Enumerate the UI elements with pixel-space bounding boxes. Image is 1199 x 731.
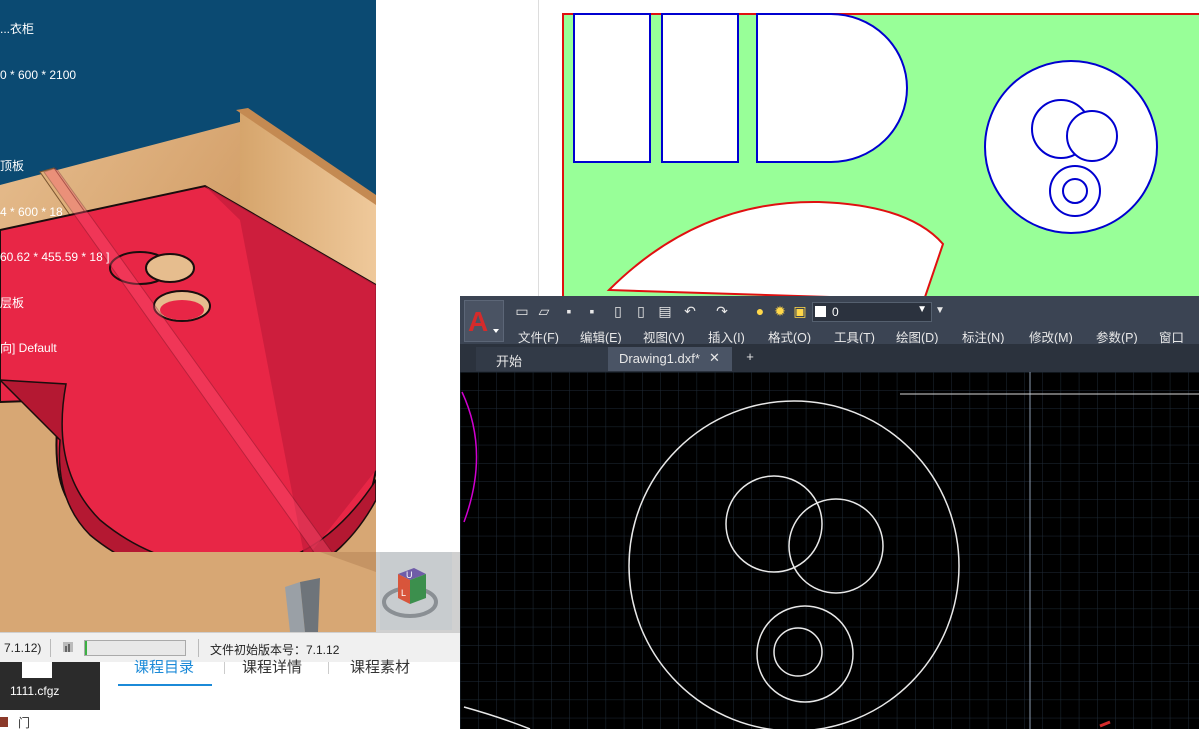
chevron-down-icon: ▼ bbox=[917, 304, 927, 315]
cad-drawing bbox=[460, 372, 1199, 729]
tab-drawing1-label: Drawing1.dxf* bbox=[619, 351, 700, 366]
app-menu-button[interactable]: A bbox=[464, 300, 504, 342]
save-icon[interactable]: ▪ bbox=[561, 303, 577, 319]
drawing-canvas[interactable] bbox=[460, 372, 1199, 729]
view-cube-icon[interactable]: U L bbox=[380, 552, 452, 630]
redo-icon[interactable]: ↷ bbox=[714, 303, 730, 319]
new-tab-button[interactable]: + bbox=[740, 349, 760, 373]
info-line: 层板 bbox=[0, 295, 25, 310]
layer-dropdown[interactable]: 0 ▼ bbox=[812, 302, 932, 322]
file-thumbnail bbox=[22, 662, 52, 678]
info-line bbox=[0, 114, 109, 129]
version-text: 7.1.12) bbox=[4, 641, 42, 655]
course-tab-bar: 课程目录 课程详情 课程素材 bbox=[100, 659, 460, 710]
memory-icon bbox=[62, 640, 78, 654]
cad-window[interactable]: A ▭ ▱ ▪ ▪ ▯ ▯ ▤ ↶ ↷ ● ✹ ▣ 0 ▼ ▼ 文件(F) 编辑… bbox=[460, 296, 1199, 729]
status-separator bbox=[198, 639, 199, 657]
door-label: 门 bbox=[18, 716, 31, 730]
tab-course-materials[interactable]: 课程素材 bbox=[350, 656, 410, 677]
app-logo-icon: A bbox=[468, 306, 499, 337]
cabinet-3d-viewport[interactable]: ...衣柜 0 * 600 * 2100 顶板 4 * 600 * 18 60.… bbox=[0, 0, 376, 552]
undo-icon[interactable]: ↶ bbox=[682, 303, 698, 319]
tab-start[interactable]: 开始 bbox=[476, 347, 608, 371]
export-icon[interactable]: ▯ bbox=[610, 303, 626, 319]
info-line: 60.62 * 455.59 * 18 ] bbox=[0, 250, 110, 265]
view-cube-top-label: U bbox=[406, 570, 413, 580]
viewport-bottom-render bbox=[0, 552, 376, 632]
print-icon[interactable]: ▤ bbox=[657, 303, 673, 319]
info-line: 顶板 bbox=[0, 159, 25, 174]
view-cube-left-label: L bbox=[401, 588, 406, 598]
tab-separator bbox=[328, 662, 329, 674]
tab-start-label: 开始 bbox=[496, 354, 523, 369]
toolbar-overflow-icon[interactable]: ▼ bbox=[932, 303, 948, 319]
file-thumbnail-pane[interactable]: 1111.cfgz bbox=[0, 662, 100, 710]
tab-drawing1[interactable]: Drawing1.dxf* ✕ bbox=[608, 347, 732, 371]
info-line: ...衣柜 bbox=[0, 22, 35, 37]
svg-text:A: A bbox=[468, 306, 488, 337]
layer-value: 0 bbox=[832, 305, 839, 319]
new-file-icon[interactable]: ▭ bbox=[514, 303, 530, 319]
lock-icon[interactable]: ▣ bbox=[792, 303, 808, 319]
status-separator bbox=[50, 639, 51, 657]
info-line: 0 * 600 * 2100 bbox=[0, 68, 77, 83]
info-line: 4 * 600 * 18 bbox=[0, 204, 63, 219]
load-progress-bar bbox=[84, 640, 186, 656]
bottom-strip: 门 bbox=[0, 710, 460, 730]
close-icon[interactable]: ✕ bbox=[709, 350, 720, 366]
load-progress-fill bbox=[85, 641, 87, 655]
active-tab-underline bbox=[118, 684, 212, 686]
cabinet-info-text: ...衣柜 0 * 600 * 2100 顶板 4 * 600 * 18 60.… bbox=[0, 0, 109, 387]
import-icon[interactable]: ▯ bbox=[633, 303, 649, 319]
tab-course-catalog[interactable]: 课程目录 bbox=[134, 656, 194, 677]
nesting-layout-drawing bbox=[562, 13, 1199, 315]
document-tab-bar: 开始 Drawing1.dxf* ✕ + bbox=[460, 344, 1199, 372]
info-line: 向] Default bbox=[0, 341, 57, 356]
cad-toolbar: A ▭ ▱ ▪ ▪ ▯ ▯ ▤ ↶ ↷ ● ✹ ▣ 0 ▼ ▼ 文件(F) 编辑… bbox=[460, 296, 1199, 360]
tab-separator bbox=[224, 662, 225, 674]
open-folder-icon[interactable]: ▱ bbox=[536, 303, 552, 319]
color-square-icon bbox=[815, 306, 826, 317]
bulb-icon[interactable]: ● bbox=[752, 303, 768, 319]
nesting-layout-preview[interactable] bbox=[538, 0, 1199, 315]
sun-icon[interactable]: ✹ bbox=[772, 303, 788, 319]
view-cube[interactable]: U L bbox=[380, 552, 452, 630]
door-icon bbox=[0, 717, 8, 727]
file-name-label[interactable]: 1111.cfgz bbox=[10, 684, 59, 698]
save-as-icon[interactable]: ▪ bbox=[584, 303, 600, 319]
tab-course-details[interactable]: 课程详情 bbox=[242, 656, 302, 677]
